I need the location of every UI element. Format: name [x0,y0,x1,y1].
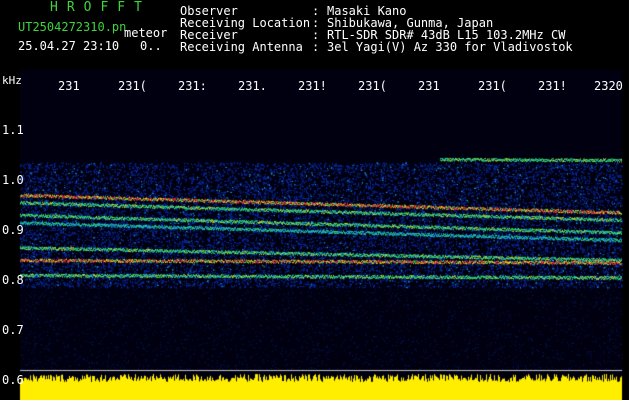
dot-value: 0.. [140,39,162,53]
antenna-label: Receiving Antenna [180,40,303,54]
y-axis-unit: kHz [2,74,22,87]
filename: UT2504272310.pn [18,20,127,34]
x-tick-label: 231( [478,79,507,93]
y-tick-label: 1.1 [2,123,24,137]
x-tick-label: 231 [418,79,440,93]
y-tick-label: 0.9 [2,223,24,237]
x-tick-label: 2320 [594,79,623,93]
y-tick-label: 0.7 [2,323,24,337]
x-tick-label: 231! [298,79,327,93]
spectrogram-canvas [0,70,629,400]
x-tick-label: 231! [538,79,567,93]
x-tick-label: 231: [178,79,207,93]
x-tick-label: 231 [58,79,80,93]
antenna-colon: : [312,40,320,54]
x-tick-label: 231( [118,79,147,93]
y-tick-label: 1.0 [2,173,24,187]
date-time: 25.04.27 23:10 [18,39,120,53]
x-tick-label: 231. [238,79,267,93]
meteor-label: meteor [124,26,168,40]
y-tick-label: 0.8 [2,273,24,287]
antenna-value: 3el Yagi(V) Az 330 for Vladivostok [327,40,573,54]
x-tick-label: 231( [358,79,387,93]
y-tick-label: 0.6 [2,373,24,387]
app-brand: HROFFT [50,0,151,15]
